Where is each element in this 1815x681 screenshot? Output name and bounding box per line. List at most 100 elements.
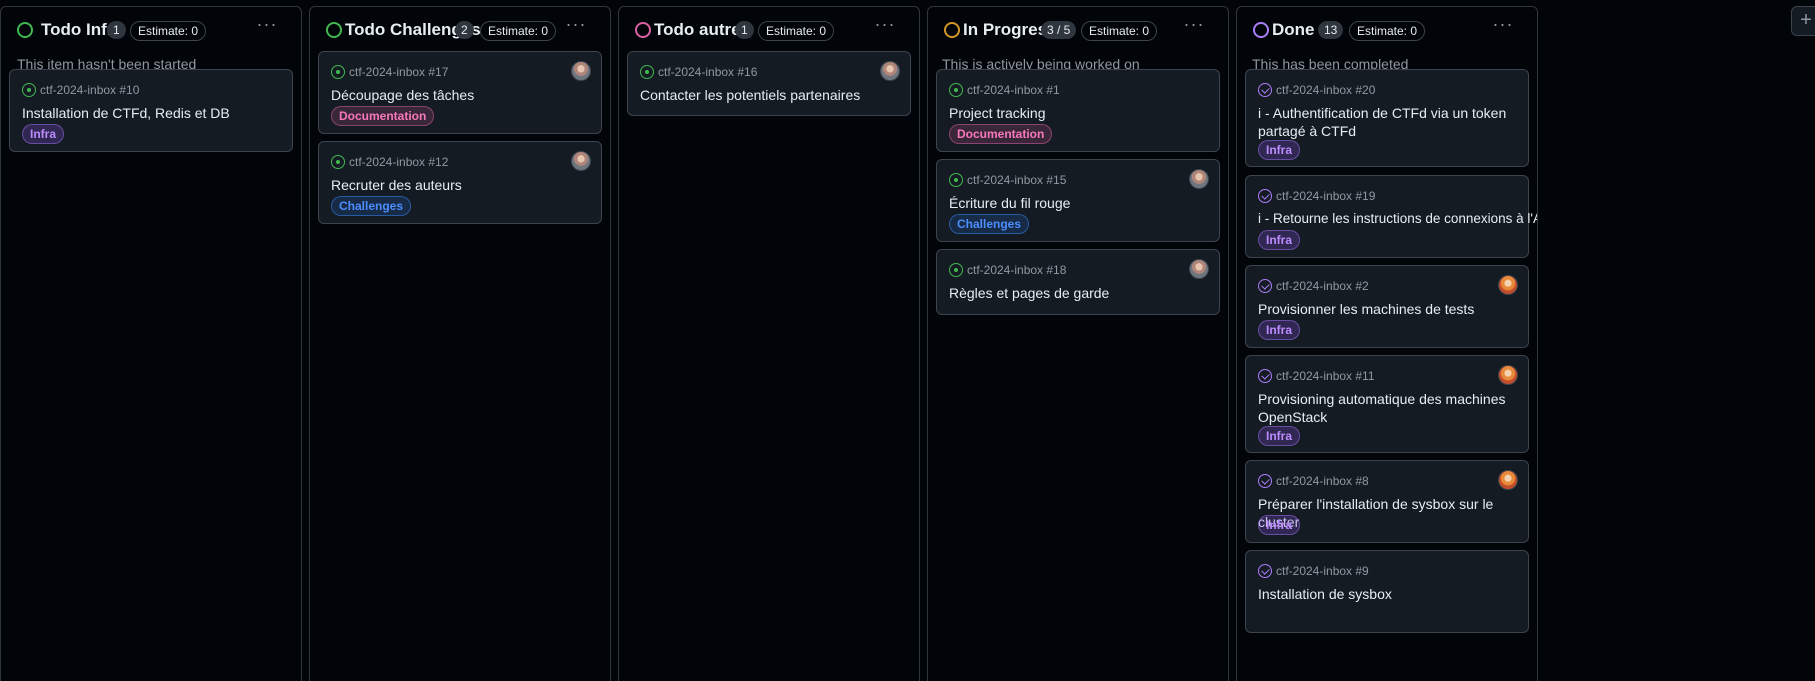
issue-title[interactable]: Project tracking (949, 104, 1209, 122)
assignee-avatar[interactable] (1189, 169, 1209, 189)
column-todo-autres: Todo autres 1 Estimate: 0 ··· ctf-2024-i… (618, 6, 920, 681)
column-count: 1 (107, 21, 126, 39)
assignee-avatar[interactable] (1498, 470, 1518, 490)
issue-reference[interactable]: ctf-2024-inbox #2 (1258, 278, 1369, 294)
issue-reference[interactable]: ctf-2024-inbox #18 (949, 262, 1066, 278)
column-estimate: Estimate: 0 (480, 21, 557, 41)
label-challenges[interactable]: Challenges (331, 196, 412, 216)
issue-title[interactable]: Écriture du fil rouge (949, 194, 1209, 212)
issue-reference[interactable]: ctf-2024-inbox #20 (1258, 82, 1375, 98)
issue-reference[interactable]: ctf-2024-inbox #8 (1258, 473, 1369, 489)
assignee-avatar[interactable] (1498, 365, 1518, 385)
status-circle-icon (635, 22, 651, 38)
issue-reference[interactable]: ctf-2024-inbox #9 (1258, 563, 1369, 579)
column-menu-icon[interactable]: ··· (873, 15, 897, 35)
issue-ref-text[interactable]: ctf-2024-inbox #1 (967, 83, 1060, 97)
closed-issue-icon (1258, 474, 1272, 488)
assignee-avatar[interactable] (571, 151, 591, 171)
column-header: In Progress 3 / 5 Estimate: 0 ··· This i… (928, 7, 1228, 77)
label-infra[interactable]: Infra (1258, 515, 1301, 535)
issue-reference[interactable]: ctf-2024-inbox #11 (1258, 368, 1375, 384)
column-menu-icon[interactable]: ··· (564, 15, 588, 35)
add-column-button[interactable]: + (1791, 6, 1815, 36)
issue-ref-text[interactable]: ctf-2024-inbox #10 (40, 83, 139, 97)
issue-ref-text[interactable]: ctf-2024-inbox #19 (1276, 189, 1375, 203)
issue-ref-text[interactable]: ctf-2024-inbox #8 (1276, 474, 1369, 488)
issue-reference[interactable]: ctf-2024-inbox #10 (22, 82, 139, 98)
closed-issue-icon (1258, 279, 1272, 293)
status-circle-icon (1253, 22, 1269, 38)
issue-card[interactable]: ctf-2024-inbox #2 Provisionner les machi… (1245, 265, 1529, 348)
issue-reference[interactable]: ctf-2024-inbox #19 (1258, 188, 1375, 204)
label-infra[interactable]: Infra (1258, 230, 1301, 250)
issue-card[interactable]: ctf-2024-inbox #11 Provisioning automati… (1245, 355, 1529, 453)
open-issue-icon (640, 65, 654, 79)
issue-reference[interactable]: ctf-2024-inbox #17 (331, 64, 448, 80)
project-board: Todo Infra 1 Estimate: 0 ··· This item h… (0, 0, 1815, 681)
column-estimate: Estimate: 0 (758, 21, 835, 41)
issue-title[interactable]: Provisionner les machines de tests (1258, 300, 1518, 318)
issue-title[interactable]: Installation de sysbox (1258, 585, 1518, 603)
column-count: 3 / 5 (1041, 21, 1077, 39)
issue-card[interactable]: ctf-2024-inbox #10 Installation de CTFd,… (9, 69, 293, 152)
column-done: Done 13 Estimate: 0 ··· This has been co… (1236, 6, 1538, 681)
issue-card[interactable]: ctf-2024-inbox #19 i - Retourne les inst… (1245, 175, 1537, 258)
assignee-avatar[interactable] (880, 61, 900, 81)
issue-title[interactable]: Recruter des auteurs (331, 176, 591, 194)
issue-ref-text[interactable]: ctf-2024-inbox #9 (1276, 564, 1369, 578)
issue-ref-text[interactable]: ctf-2024-inbox #15 (967, 173, 1066, 187)
label-infra[interactable]: Infra (1258, 320, 1301, 340)
column-menu-icon[interactable]: ··· (1491, 15, 1515, 35)
issue-reference[interactable]: ctf-2024-inbox #1 (949, 82, 1060, 98)
column-title[interactable]: Done (1272, 20, 1315, 40)
issue-ref-text[interactable]: ctf-2024-inbox #18 (967, 263, 1066, 277)
issue-title[interactable]: i - Retourne les instructions de connexi… (1258, 210, 1537, 228)
column-menu-icon[interactable]: ··· (255, 15, 279, 35)
status-circle-icon (944, 22, 960, 38)
issue-title[interactable]: Installation de CTFd, Redis et DB (22, 104, 282, 122)
issue-card[interactable]: ctf-2024-inbox #20 i - Authentification … (1245, 69, 1529, 167)
issue-card[interactable]: ctf-2024-inbox #12 Recruter des auteurs … (318, 141, 602, 224)
issue-card[interactable]: ctf-2024-inbox #9 Installation de sysbox (1245, 550, 1529, 633)
open-issue-icon (949, 83, 963, 97)
issue-ref-text[interactable]: ctf-2024-inbox #20 (1276, 83, 1375, 97)
issue-reference[interactable]: ctf-2024-inbox #12 (331, 154, 448, 170)
label-challenges[interactable]: Challenges (949, 214, 1030, 234)
issue-card[interactable]: ctf-2024-inbox #17 Découpage des tâches … (318, 51, 602, 134)
issue-title[interactable]: i - Authentification de CTFd via un toke… (1258, 104, 1518, 140)
column-estimate: Estimate: 0 (130, 21, 207, 41)
issue-reference[interactable]: ctf-2024-inbox #16 (640, 64, 757, 80)
open-issue-icon (949, 263, 963, 277)
label-documentation[interactable]: Documentation (949, 124, 1053, 144)
issue-ref-text[interactable]: ctf-2024-inbox #16 (658, 65, 757, 79)
column-menu-icon[interactable]: ··· (1182, 15, 1206, 35)
closed-issue-icon (1258, 369, 1272, 383)
issue-reference[interactable]: ctf-2024-inbox #15 (949, 172, 1066, 188)
issue-card[interactable]: ctf-2024-inbox #1 Project tracking Docum… (936, 69, 1220, 152)
issue-card[interactable]: ctf-2024-inbox #16 Contacter les potenti… (627, 51, 911, 116)
issue-card[interactable]: ctf-2024-inbox #18 Règles et pages de ga… (936, 249, 1220, 315)
column-header: Done 13 Estimate: 0 ··· This has been co… (1237, 7, 1537, 77)
label-documentation[interactable]: Documentation (331, 106, 435, 126)
issue-title[interactable]: Découpage des tâches (331, 86, 591, 104)
closed-issue-icon (1258, 83, 1272, 97)
assignee-avatar[interactable] (1189, 259, 1209, 279)
column-todo-challenges: Todo Challenges 2 Estimate: 0 ··· ctf-20… (309, 6, 611, 681)
issue-title[interactable]: Provisioning automatique des machines Op… (1258, 390, 1518, 426)
issue-ref-text[interactable]: ctf-2024-inbox #17 (349, 65, 448, 79)
issue-ref-text[interactable]: ctf-2024-inbox #11 (1276, 369, 1375, 383)
issue-title[interactable]: Contacter les potentiels partenaires (640, 86, 900, 104)
issue-ref-text[interactable]: ctf-2024-inbox #2 (1276, 279, 1369, 293)
plus-icon: + (1800, 9, 1812, 31)
issue-card[interactable]: ctf-2024-inbox #15 Écriture du fil rouge… (936, 159, 1220, 242)
issue-ref-text[interactable]: ctf-2024-inbox #12 (349, 155, 448, 169)
column-count: 1 (735, 21, 754, 39)
assignee-avatar[interactable] (1498, 275, 1518, 295)
label-infra[interactable]: Infra (1258, 426, 1301, 446)
label-infra[interactable]: Infra (1258, 140, 1301, 160)
issue-title[interactable]: Règles et pages de garde (949, 284, 1209, 302)
issue-card[interactable]: ctf-2024-inbox #8 Préparer l'installatio… (1245, 460, 1529, 543)
assignee-avatar[interactable] (571, 61, 591, 81)
column-count: 13 (1318, 21, 1344, 39)
label-infra[interactable]: Infra (22, 124, 65, 144)
